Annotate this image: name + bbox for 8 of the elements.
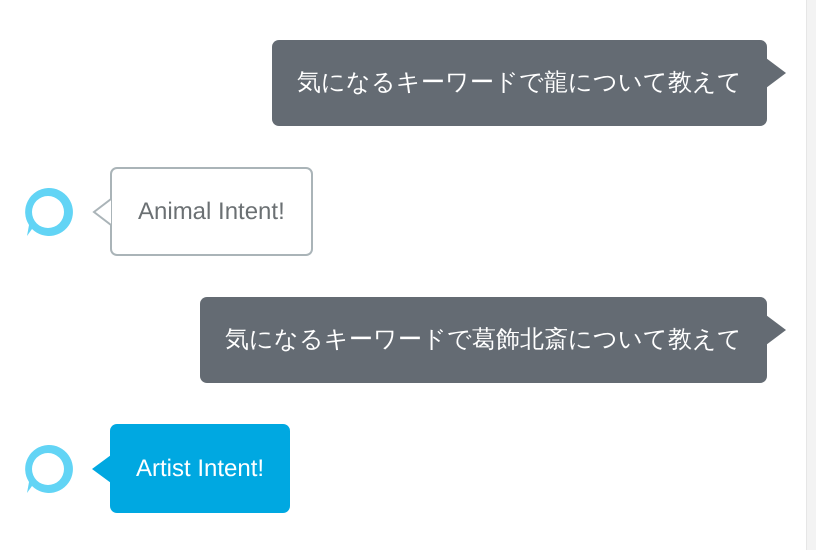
message-bubble: 気になるキーワードで龍について教えて — [272, 40, 767, 126]
message-bubble: Artist Intent! — [110, 424, 290, 513]
bubble-tail — [92, 198, 111, 226]
bubble-tail — [766, 315, 786, 345]
bubble-tail — [92, 454, 111, 482]
message-bubble: Animal Intent! — [110, 167, 313, 256]
bubble-tail — [766, 58, 786, 88]
message-bubble: 気になるキーワードで葛飾北斎について教えて — [200, 297, 767, 383]
